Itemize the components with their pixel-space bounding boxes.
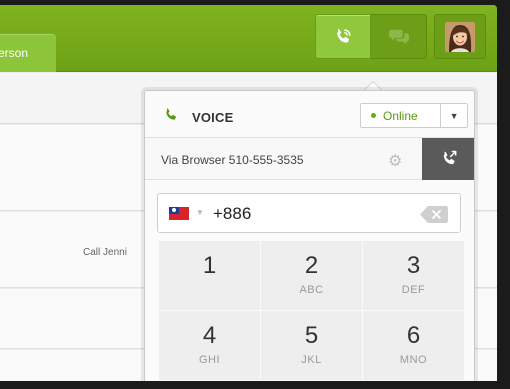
dial-key-6[interactable]: 6 MNO (363, 311, 464, 380)
status-dropdown[interactable]: Online ▼ (360, 103, 468, 128)
user-menu-button[interactable] (434, 14, 486, 59)
voice-panel-header: VOICE Online ▼ (145, 91, 474, 138)
taiwan-flag-icon[interactable] (169, 207, 189, 220)
status-selected[interactable]: Online (361, 104, 440, 127)
status-label: Online (383, 108, 418, 123)
online-dot-icon (371, 113, 376, 118)
backspace-icon[interactable] (420, 206, 448, 223)
dial-key-2[interactable]: 2 ABC (261, 241, 362, 310)
top-bar: erson (0, 5, 497, 72)
dial-keypad: 1 2 ABC 3 DEF 4 GHI 5 JKL 6 MNO (159, 241, 464, 380)
panel-title: VOICE (192, 110, 234, 125)
call-via-row: Via Browser 510-555-3535 ⚙ (145, 138, 474, 180)
call-contact-label[interactable]: Call Jenni (83, 247, 127, 258)
call-via-label: Via Browser 510-555-3535 (161, 153, 304, 167)
tab-person[interactable]: erson (0, 34, 56, 72)
call-forward-button[interactable] (422, 138, 474, 180)
dial-key-3[interactable]: 3 DEF (363, 241, 464, 310)
phone-icon (337, 28, 351, 43)
dial-key-1[interactable]: 1 (159, 241, 260, 310)
caret-down-icon[interactable]: ▼ (440, 104, 467, 127)
phone-number-value[interactable]: +886 (213, 204, 251, 224)
country-caret-down-icon[interactable]: ▼ (196, 208, 204, 217)
mode-toggle-group (315, 14, 427, 59)
dial-key-4[interactable]: 4 GHI (159, 311, 260, 380)
phone-number-input[interactable]: ▼ +886 (157, 193, 461, 233)
app-window: erson Call Jenni VOICE Online ▼ Via Brow… (0, 5, 497, 381)
voice-mode-button[interactable] (315, 14, 371, 59)
chat-mode-button[interactable] (371, 14, 427, 59)
chat-icon (388, 29, 409, 44)
tab-person-label: erson (0, 46, 29, 60)
gear-icon[interactable]: ⚙ (388, 151, 402, 171)
phone-icon (166, 108, 177, 120)
avatar (445, 21, 475, 52)
dial-key-5[interactable]: 5 JKL (261, 311, 362, 380)
voice-panel: VOICE Online ▼ Via Browser 510-555-3535 … (144, 90, 475, 381)
phone-forward-icon (443, 150, 457, 165)
